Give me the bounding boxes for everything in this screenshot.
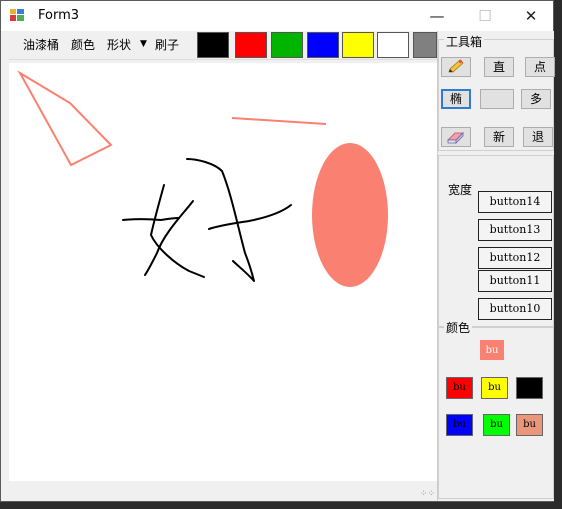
width-label: 宽度: [446, 181, 475, 198]
chevron-down-icon[interactable]: ▼: [140, 39, 147, 49]
right-panel: 工具箱 直 点 椭 多 新 退 宽度 button14 button13 but…: [437, 31, 555, 501]
swatch-blue[interactable]: [307, 32, 339, 58]
resize-grip-icon[interactable]: ⁘⁘: [420, 489, 435, 499]
polygon-tool-button[interactable]: 多: [521, 89, 551, 109]
close-button[interactable]: ✕: [508, 1, 554, 31]
eraser-icon: [447, 132, 464, 144]
width-button-12[interactable]: button12: [478, 247, 552, 269]
exit-button[interactable]: 退: [523, 127, 553, 147]
point-tool-button[interactable]: 点: [525, 57, 555, 77]
pencil-icon: [448, 59, 464, 73]
menu-color[interactable]: 颜色: [71, 36, 95, 53]
new-button[interactable]: 新: [484, 127, 514, 147]
color-button-red[interactable]: bu: [446, 377, 473, 399]
line-tool-button[interactable]: 直: [484, 57, 514, 77]
swatch-white[interactable]: [377, 32, 409, 58]
drawn-ellipse: [312, 143, 388, 287]
swatch-gray[interactable]: [413, 32, 437, 58]
color-button-green[interactable]: bu: [483, 414, 510, 436]
color-button-yellow[interactable]: bu: [481, 377, 508, 399]
ellipse-tool-button[interactable]: 椭: [441, 89, 471, 109]
form3-window: Form3 — ☐ ✕ 油漆桶 颜色 形状 ▼ 刷子 ⁘⁘ 工具箱 直 点 椭 …: [0, 0, 555, 502]
blank-tool-button[interactable]: [480, 89, 514, 109]
swatch-red[interactable]: [235, 32, 267, 58]
menu-shape[interactable]: 形状: [107, 36, 131, 53]
color-button-salmon[interactable]: bu: [516, 414, 543, 436]
color-button-blue[interactable]: bu: [446, 414, 473, 436]
color-button-black[interactable]: bu: [516, 377, 543, 399]
pencil-button[interactable]: [441, 57, 471, 77]
toolbox-title: 工具箱: [444, 33, 485, 50]
freehand-strokes: [122, 158, 292, 282]
minimize-button[interactable]: —: [414, 1, 460, 31]
drawn-line: [231, 117, 327, 125]
title-bar[interactable]: Form3 — ☐ ✕: [1, 1, 553, 31]
swatch-yellow[interactable]: [342, 32, 374, 58]
width-button-13[interactable]: button13: [478, 219, 552, 241]
left-edge: [1, 59, 9, 499]
menu-paint-bucket[interactable]: 油漆桶: [23, 36, 59, 53]
colors-label: 颜色: [444, 319, 473, 336]
width-button-11[interactable]: button11: [478, 270, 552, 292]
width-button-14[interactable]: button14: [478, 191, 552, 213]
swatch-green[interactable]: [271, 32, 303, 58]
app-icon: [10, 9, 24, 21]
canvas-drawing: [17, 70, 388, 287]
window-title: Form3: [38, 8, 80, 23]
swatch-black[interactable]: [197, 32, 229, 58]
menu-toolbar: 油漆桶 颜色 形状 ▼ 刷子: [9, 31, 437, 60]
width-button-10[interactable]: button10: [478, 298, 552, 320]
eraser-button[interactable]: [441, 127, 471, 147]
drawn-triangle: [17, 70, 113, 167]
drawing-canvas[interactable]: [9, 63, 437, 481]
maximize-button[interactable]: ☐: [462, 1, 508, 31]
current-color-button[interactable]: bu: [480, 340, 504, 360]
status-bar: ⁘⁘: [9, 481, 437, 501]
menu-brush[interactable]: 刷子: [155, 36, 179, 53]
